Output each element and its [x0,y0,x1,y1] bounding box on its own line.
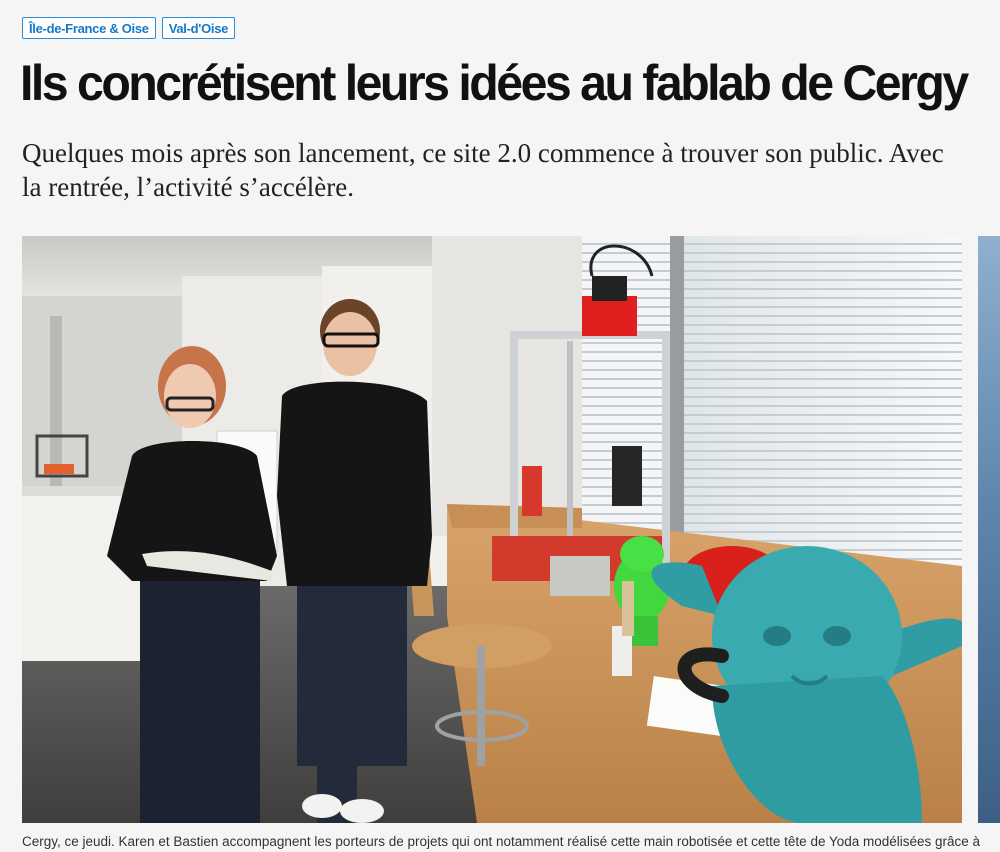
tag-val-d-oise[interactable]: Val-d'Oise [161,17,236,39]
tag-ile-de-france-oise[interactable]: Île-de-France & Oise [22,17,156,39]
article-page: Île-de-France & Oise Val-d'Oise Ils conc… [0,0,1000,852]
photo-illustration [22,236,962,823]
category-tags: Île-de-France & Oise Val-d'Oise [22,17,236,39]
photo-caption: Cergy, ce jeudi. Karen et Bastien accomp… [22,834,982,849]
next-photo-preview[interactable] [978,236,1000,823]
article-photo[interactable] [22,236,962,823]
article-title: Ils concrétisent leurs idées au fablab d… [20,55,969,111]
article-subtitle: Quelques mois après son lancement, ce si… [22,138,944,202]
